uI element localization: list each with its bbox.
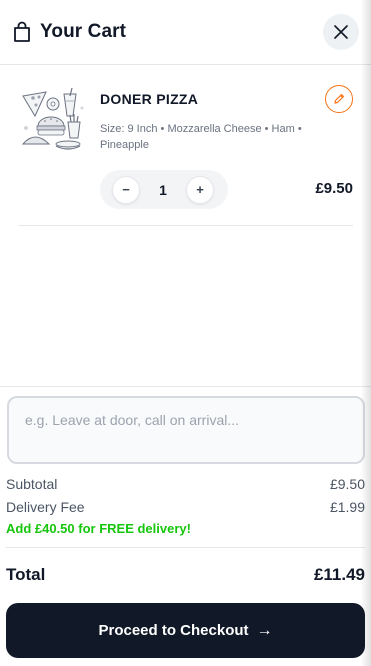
pencil-icon bbox=[334, 93, 345, 104]
free-delivery-message: Add £40.50 for FREE delivery! bbox=[6, 521, 191, 536]
cart-title: Your Cart bbox=[40, 21, 127, 42]
checkout-label: Proceed to Checkout bbox=[98, 622, 249, 639]
total-value: £11.49 bbox=[313, 565, 365, 584]
divider bbox=[0, 386, 371, 387]
delivery-fee-value: £1.99 bbox=[329, 499, 365, 515]
subtotal-label: Subtotal bbox=[6, 476, 58, 492]
arrow-right-icon: → bbox=[256, 621, 273, 639]
subtotal-value: £9.50 bbox=[329, 476, 365, 492]
increase-quantity-button[interactable]: + bbox=[185, 175, 214, 204]
food-illustration bbox=[21, 87, 84, 150]
quantity-stepper: − 1 + bbox=[100, 170, 228, 209]
item-price: £9.50 bbox=[315, 180, 353, 197]
total-row: Total £11.49 bbox=[6, 565, 365, 585]
cart-item: DONER PIZZA Size: 9 Inch • Mozzarella Ch… bbox=[18, 80, 353, 226]
close-icon bbox=[334, 25, 348, 39]
decrease-quantity-button[interactable]: − bbox=[112, 175, 140, 204]
item-name: DONER PIZZA bbox=[100, 91, 199, 107]
quantity-value: 1 bbox=[159, 181, 167, 198]
total-label: Total bbox=[6, 565, 46, 584]
subtotal-row: Subtotal £9.50 bbox=[6, 476, 365, 492]
edit-item-button[interactable] bbox=[325, 85, 353, 113]
item-options: Size: 9 Inch • Mozzarella Cheese • Ham •… bbox=[100, 123, 302, 151]
cart-header: Your Cart bbox=[0, 0, 371, 65]
shopping-bag-icon bbox=[14, 21, 30, 42]
order-notes-input[interactable] bbox=[7, 396, 365, 464]
proceed-to-checkout-button[interactable]: Proceed to Checkout → bbox=[6, 603, 365, 658]
delivery-fee-label: Delivery Fee bbox=[6, 499, 85, 515]
delivery-fee-row: Delivery Fee £1.99 bbox=[6, 499, 365, 515]
close-button[interactable] bbox=[323, 14, 359, 50]
divider bbox=[6, 547, 365, 548]
